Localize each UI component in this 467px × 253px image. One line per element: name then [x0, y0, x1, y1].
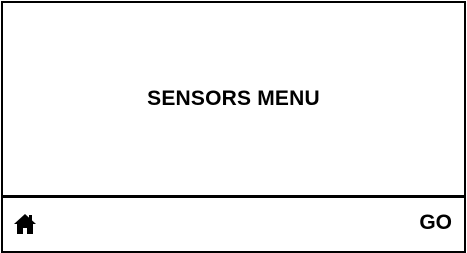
menu-title: SENSORS MENU — [147, 87, 320, 110]
home-button[interactable] — [13, 212, 37, 236]
printer-display: SENSORS MENU GO — [1, 1, 466, 253]
home-icon — [14, 214, 36, 234]
go-button[interactable]: GO — [419, 211, 452, 235]
menu-area: SENSORS MENU — [3, 3, 464, 195]
softkey-bar: GO — [3, 198, 464, 251]
